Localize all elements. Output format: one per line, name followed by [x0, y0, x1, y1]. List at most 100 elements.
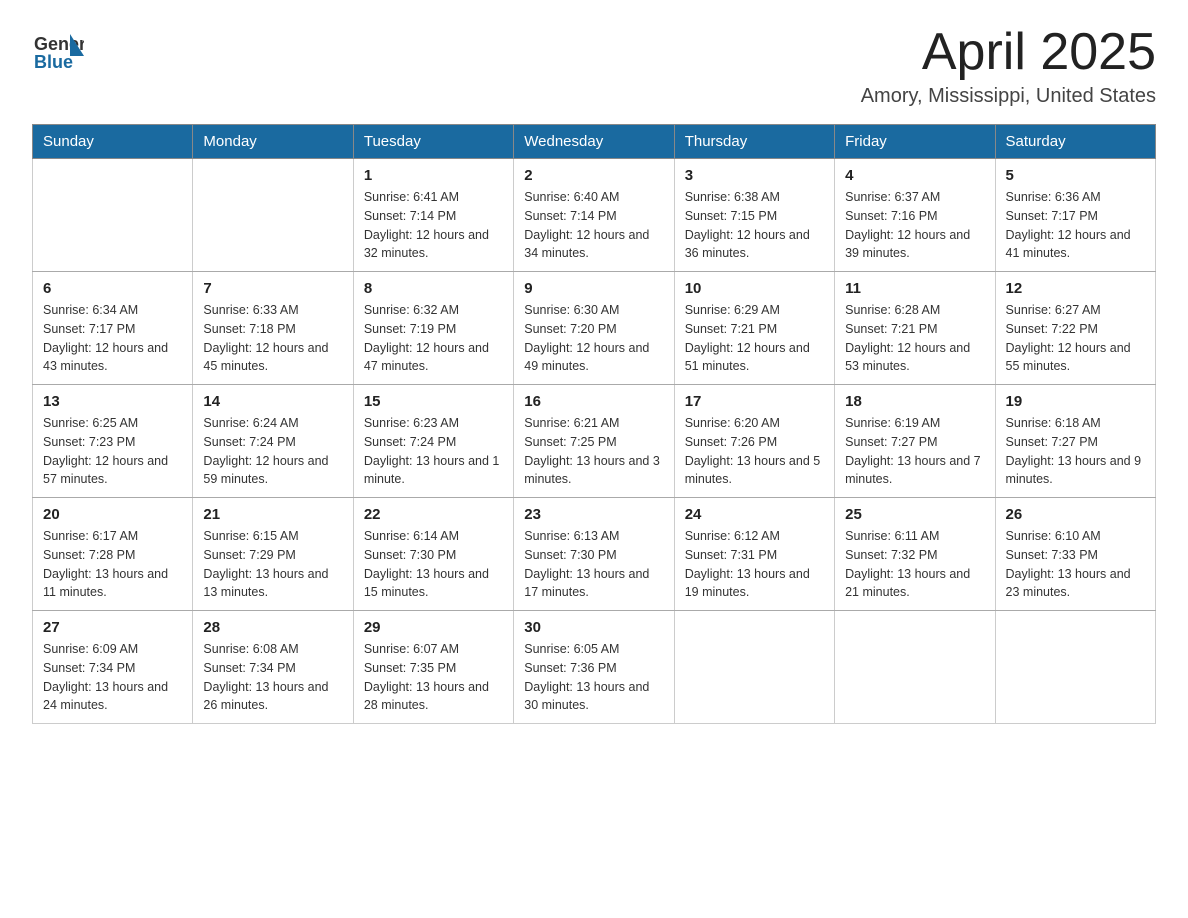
- calendar-cell: 7Sunrise: 6:33 AM Sunset: 7:18 PM Daylig…: [193, 272, 353, 385]
- title-area: April 2025 Amory, Mississippi, United St…: [861, 24, 1156, 108]
- cell-info-text: Sunrise: 6:28 AM Sunset: 7:21 PM Dayligh…: [845, 301, 984, 376]
- cell-day-number: 7: [203, 280, 342, 297]
- cell-day-number: 10: [685, 280, 824, 297]
- cell-day-number: 16: [524, 393, 663, 410]
- calendar-cell: 29 Sunrise: 6:07 AM Sunset: 7:35 PM Dayli…: [353, 611, 513, 724]
- cell-day-number: 17: [685, 393, 824, 410]
- calendar-cell: 5 Sunrise: 6:36 AM Sunset: 7:17 PM Daylig…: [995, 159, 1155, 272]
- cell-day-number: 6: [43, 280, 182, 297]
- cell-day-number: 5: [1006, 167, 1145, 184]
- calendar-cell: 19 Sunrise: 6:18 AM Sunset: 7:27 PM Dayli…: [995, 385, 1155, 498]
- cell-day-number: 21: [203, 506, 342, 523]
- cell-day-number: 24: [685, 506, 824, 523]
- calendar-cell: 16 Sunrise: 6:21 AM Sunset: 7:25 PM Dayli…: [514, 385, 674, 498]
- calendar-week-3: 13 Sunrise: 6:25 AM Sunset: 7:23 PM Dayli…: [33, 385, 1156, 498]
- cell-info-text: Sunrise: 6:17 AM Sunset: 7:28 PM Dayligh…: [43, 527, 182, 602]
- calendar-cell: 3 Sunrise: 6:38 AM Sunset: 7:15 PM Daylig…: [674, 159, 834, 272]
- cell-day-number: 25: [845, 506, 984, 523]
- calendar-cell: 28 Sunrise: 6:08 AM Sunset: 7:34 PM Dayli…: [193, 611, 353, 724]
- cell-day-number: 15: [364, 393, 503, 410]
- cell-day-number: 2: [524, 167, 663, 184]
- calendar-week-2: 6 Sunrise: 6:34 AM Sunset: 7:17 PM Daylig…: [33, 272, 1156, 385]
- column-header-tuesday: Tuesday: [353, 125, 513, 159]
- cell-day-number: 9: [524, 280, 663, 297]
- cell-info-text: Sunrise: 6:34 AM Sunset: 7:17 PM Dayligh…: [43, 301, 182, 376]
- calendar-cell: [33, 159, 193, 272]
- cell-info-text: Sunrise: 6:38 AM Sunset: 7:15 PM Dayligh…: [685, 188, 824, 263]
- cell-info-text: Sunrise: 6:29 AM Sunset: 7:21 PM Dayligh…: [685, 301, 824, 376]
- column-header-saturday: Saturday: [995, 125, 1155, 159]
- cell-day-number: 8: [364, 280, 503, 297]
- calendar-cell: 12 Sunrise: 6:27 AM Sunset: 7:22 PM Dayli…: [995, 272, 1155, 385]
- cell-day-number: 14: [203, 393, 342, 410]
- cell-day-number: 11: [845, 280, 984, 297]
- logo: General Blue: [32, 24, 84, 76]
- column-header-friday: Friday: [835, 125, 995, 159]
- cell-day-number: 23: [524, 506, 663, 523]
- svg-text:Blue: Blue: [34, 52, 73, 72]
- cell-day-number: 1: [364, 167, 503, 184]
- cell-info-text: Sunrise: 6:05 AM Sunset: 7:36 PM Dayligh…: [524, 640, 663, 715]
- calendar-cell: 4 Sunrise: 6:37 AM Sunset: 7:16 PM Daylig…: [835, 159, 995, 272]
- cell-info-text: Sunrise: 6:08 AM Sunset: 7:34 PM Dayligh…: [203, 640, 342, 715]
- calendar-cell: 30 Sunrise: 6:05 AM Sunset: 7:36 PM Dayli…: [514, 611, 674, 724]
- calendar-cell: 20 Sunrise: 6:17 AM Sunset: 7:28 PM Dayli…: [33, 498, 193, 611]
- calendar-cell: 24 Sunrise: 6:12 AM Sunset: 7:31 PM Dayli…: [674, 498, 834, 611]
- calendar-cell: 17 Sunrise: 6:20 AM Sunset: 7:26 PM Dayli…: [674, 385, 834, 498]
- cell-info-text: Sunrise: 6:11 AM Sunset: 7:32 PM Dayligh…: [845, 527, 984, 602]
- cell-info-text: Sunrise: 6:25 AM Sunset: 7:23 PM Dayligh…: [43, 414, 182, 489]
- cell-info-text: Sunrise: 6:10 AM Sunset: 7:33 PM Dayligh…: [1006, 527, 1145, 602]
- calendar-cell: 10 Sunrise: 6:29 AM Sunset: 7:21 PM Dayli…: [674, 272, 834, 385]
- column-header-wednesday: Wednesday: [514, 125, 674, 159]
- cell-info-text: Sunrise: 6:13 AM Sunset: 7:30 PM Dayligh…: [524, 527, 663, 602]
- cell-info-text: Sunrise: 6:24 AM Sunset: 7:24 PM Dayligh…: [203, 414, 342, 489]
- calendar-cell: 25 Sunrise: 6:11 AM Sunset: 7:32 PM Dayli…: [835, 498, 995, 611]
- calendar-table: SundayMondayTuesdayWednesdayThursdayFrid…: [32, 124, 1156, 724]
- cell-day-number: 18: [845, 393, 984, 410]
- cell-info-text: Sunrise: 6:07 AM Sunset: 7:35 PM Dayligh…: [364, 640, 503, 715]
- cell-info-text: Sunrise: 6:41 AM Sunset: 7:14 PM Dayligh…: [364, 188, 503, 263]
- calendar-week-1: 1 Sunrise: 6:41 AM Sunset: 7:14 PM Daylig…: [33, 159, 1156, 272]
- cell-info-text: Sunrise: 6:14 AM Sunset: 7:30 PM Dayligh…: [364, 527, 503, 602]
- cell-info-text: Sunrise: 6:32 AM Sunset: 7:19 PM Dayligh…: [364, 301, 503, 376]
- cell-day-number: 30: [524, 619, 663, 636]
- cell-info-text: Sunrise: 6:21 AM Sunset: 7:25 PM Dayligh…: [524, 414, 663, 489]
- calendar-week-5: 27Sunrise: 6:09 AM Sunset: 7:34 PM Dayli…: [33, 611, 1156, 724]
- cell-day-number: 29: [364, 619, 503, 636]
- cell-day-number: 28: [203, 619, 342, 636]
- calendar-week-4: 20 Sunrise: 6:17 AM Sunset: 7:28 PM Dayli…: [33, 498, 1156, 611]
- cell-info-text: Sunrise: 6:27 AM Sunset: 7:22 PM Dayligh…: [1006, 301, 1145, 376]
- cell-day-number: 13: [43, 393, 182, 410]
- cell-day-number: 26: [1006, 506, 1145, 523]
- cell-day-number: 20: [43, 506, 182, 523]
- cell-info-text: Sunrise: 6:19 AM Sunset: 7:27 PM Dayligh…: [845, 414, 984, 489]
- cell-day-number: 3: [685, 167, 824, 184]
- calendar-cell: 9Sunrise: 6:30 AM Sunset: 7:20 PM Daylig…: [514, 272, 674, 385]
- cell-day-number: 12: [1006, 280, 1145, 297]
- calendar-cell: 13 Sunrise: 6:25 AM Sunset: 7:23 PM Dayli…: [33, 385, 193, 498]
- page-title: April 2025: [861, 24, 1156, 81]
- calendar-cell: 14 Sunrise: 6:24 AM Sunset: 7:24 PM Dayli…: [193, 385, 353, 498]
- cell-info-text: Sunrise: 6:40 AM Sunset: 7:14 PM Dayligh…: [524, 188, 663, 263]
- page-subtitle: Amory, Mississippi, United States: [861, 85, 1156, 108]
- cell-info-text: Sunrise: 6:37 AM Sunset: 7:16 PM Dayligh…: [845, 188, 984, 263]
- calendar-cell: [674, 611, 834, 724]
- calendar-cell: [835, 611, 995, 724]
- calendar-cell: 23 Sunrise: 6:13 AM Sunset: 7:30 PM Dayli…: [514, 498, 674, 611]
- cell-day-number: 22: [364, 506, 503, 523]
- cell-info-text: Sunrise: 6:36 AM Sunset: 7:17 PM Dayligh…: [1006, 188, 1145, 263]
- calendar-cell: [193, 159, 353, 272]
- calendar-cell: 15Sunrise: 6:23 AM Sunset: 7:24 PM Dayli…: [353, 385, 513, 498]
- cell-info-text: Sunrise: 6:18 AM Sunset: 7:27 PM Dayligh…: [1006, 414, 1145, 489]
- calendar-cell: 21Sunrise: 6:15 AM Sunset: 7:29 PM Dayli…: [193, 498, 353, 611]
- cell-day-number: 4: [845, 167, 984, 184]
- cell-info-text: Sunrise: 6:12 AM Sunset: 7:31 PM Dayligh…: [685, 527, 824, 602]
- calendar-cell: 8 Sunrise: 6:32 AM Sunset: 7:19 PM Daylig…: [353, 272, 513, 385]
- logo-icon: General Blue: [32, 24, 84, 76]
- calendar-cell: 11 Sunrise: 6:28 AM Sunset: 7:21 PM Dayli…: [835, 272, 995, 385]
- cell-day-number: 27: [43, 619, 182, 636]
- calendar-cell: 18 Sunrise: 6:19 AM Sunset: 7:27 PM Dayli…: [835, 385, 995, 498]
- calendar-cell: 1 Sunrise: 6:41 AM Sunset: 7:14 PM Daylig…: [353, 159, 513, 272]
- cell-info-text: Sunrise: 6:20 AM Sunset: 7:26 PM Dayligh…: [685, 414, 824, 489]
- cell-day-number: 19: [1006, 393, 1145, 410]
